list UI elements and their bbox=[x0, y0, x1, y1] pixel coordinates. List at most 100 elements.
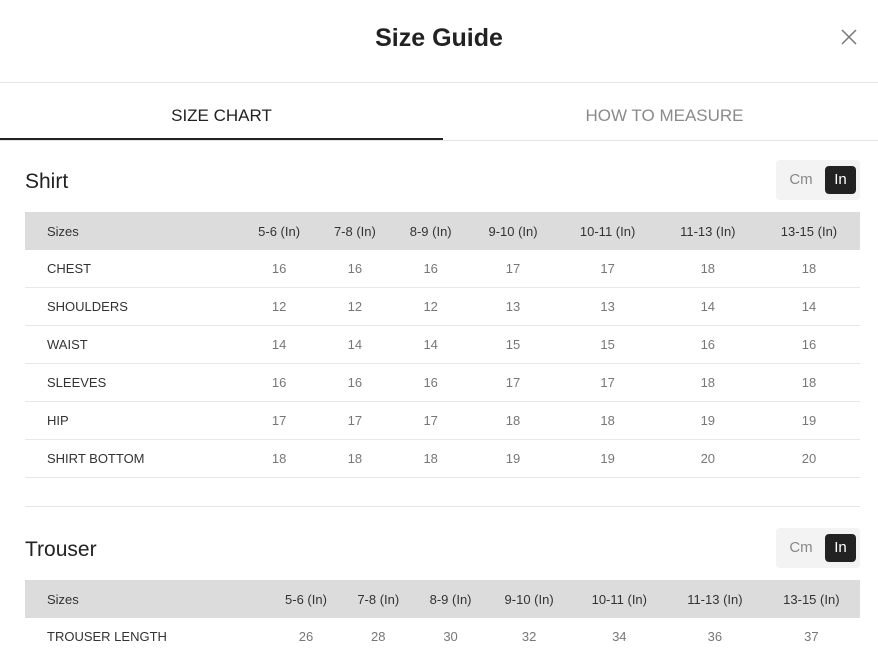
measurement-value: 12 bbox=[317, 287, 393, 326]
measurement-value: 18 bbox=[392, 439, 469, 478]
measurement-label: CHEST bbox=[25, 250, 242, 288]
measurement-value: 16 bbox=[392, 363, 469, 402]
measurement-label: WAIST bbox=[25, 325, 242, 364]
close-button[interactable] bbox=[840, 28, 858, 46]
table-header-cell: 5-6 (In) bbox=[241, 212, 317, 250]
measurement-value: 36 bbox=[667, 618, 763, 653]
shirt-size-table: Sizes 5-6 (In) 7-8 (In) 8-9 (In) 9-10 (In) 10… bbox=[25, 212, 860, 478]
measurement-value: 32 bbox=[486, 618, 572, 653]
table-header-cell: 7-8 (In) bbox=[317, 212, 393, 250]
modal-title: Size Guide bbox=[375, 24, 503, 52]
measurement-value: 14 bbox=[657, 287, 758, 326]
measurement-value: 19 bbox=[468, 439, 558, 478]
measurement-value: 14 bbox=[317, 325, 393, 364]
measurement-value: 16 bbox=[657, 325, 758, 364]
measurement-label: HIP bbox=[25, 401, 242, 440]
tab-size-chart[interactable]: SIZE CHART bbox=[0, 83, 443, 140]
measurement-value: 16 bbox=[392, 250, 469, 288]
tab-bar: SIZE CHART HOW TO MEASURE bbox=[0, 83, 878, 141]
table-header-cell: 8-9 (In) bbox=[414, 580, 487, 618]
measurement-label: TROUSER LENGTH bbox=[25, 618, 270, 653]
measurement-value: 12 bbox=[392, 287, 469, 326]
modal-header: Size Guide bbox=[0, 0, 878, 83]
measurement-value: 18 bbox=[241, 439, 317, 478]
measurement-value: 13 bbox=[557, 287, 658, 326]
trouser-section-title: Trouser bbox=[25, 538, 97, 561]
measurement-value: 19 bbox=[757, 401, 860, 440]
table-row: SHIRT BOTTOM 18 18 18 19 19 20 20 bbox=[25, 439, 860, 478]
shirt-unit-in-button[interactable]: In bbox=[825, 166, 856, 194]
table-row: SLEEVES 16 16 16 17 17 18 18 bbox=[25, 363, 860, 402]
measurement-value: 17 bbox=[557, 250, 658, 288]
table-header-row: Sizes 5-6 (In) 7-8 (In) 8-9 (In) 9-10 (In) 10… bbox=[25, 580, 860, 618]
table-header-cell: 7-8 (In) bbox=[342, 580, 415, 618]
measurement-value: 19 bbox=[657, 401, 758, 440]
table-header-cell: 13-15 (In) bbox=[762, 580, 860, 618]
table-row: SHOULDERS 12 12 12 13 13 14 14 bbox=[25, 287, 860, 326]
table-header-cell: 5-6 (In) bbox=[269, 580, 343, 618]
measurement-label: SHOULDERS bbox=[25, 287, 242, 326]
measurement-value: 16 bbox=[757, 325, 860, 364]
measurement-value: 30 bbox=[414, 618, 487, 653]
table-header-cell: 11-13 (In) bbox=[657, 212, 758, 250]
table-header-cell: 10-11 (In) bbox=[557, 212, 658, 250]
shirt-unit-cm-button[interactable]: Cm bbox=[784, 166, 818, 194]
shirt-unit-toggle: Cm In bbox=[776, 160, 860, 200]
table-header-row: Sizes 5-6 (In) 7-8 (In) 8-9 (In) 9-10 (In) 10… bbox=[25, 212, 860, 250]
trouser-size-table: Sizes 5-6 (In) 7-8 (In) 8-9 (In) 9-10 (In) 10… bbox=[25, 580, 860, 653]
shirt-section-title: Shirt bbox=[25, 170, 69, 193]
trouser-unit-toggle: Cm In bbox=[776, 528, 860, 568]
table-row: WAIST 14 14 14 15 15 16 16 bbox=[25, 325, 860, 364]
measurement-value: 16 bbox=[317, 363, 393, 402]
measurement-value: 17 bbox=[241, 401, 317, 440]
measurement-label: SHIRT BOTTOM bbox=[25, 439, 242, 478]
measurement-value: 17 bbox=[392, 401, 469, 440]
measurement-value: 16 bbox=[317, 250, 393, 288]
measurement-value: 16 bbox=[241, 363, 317, 402]
measurement-value: 18 bbox=[468, 401, 558, 440]
size-guide-modal: Size Guide SIZE CHART HOW TO MEASURE Shi… bbox=[0, 0, 878, 653]
measurement-value: 18 bbox=[557, 401, 658, 440]
measurement-value: 18 bbox=[657, 250, 758, 288]
measurement-value: 20 bbox=[757, 439, 860, 478]
table-header-cell: Sizes bbox=[25, 212, 242, 250]
table-header-cell: 8-9 (In) bbox=[392, 212, 469, 250]
measurement-value: 20 bbox=[657, 439, 758, 478]
measurement-value: 17 bbox=[557, 363, 658, 402]
measurement-value: 15 bbox=[557, 325, 658, 364]
measurement-value: 18 bbox=[317, 439, 393, 478]
measurement-value: 26 bbox=[269, 618, 343, 653]
close-icon bbox=[841, 29, 857, 45]
measurement-value: 34 bbox=[571, 618, 668, 653]
trouser-unit-in-button[interactable]: In bbox=[825, 534, 856, 562]
measurement-value: 15 bbox=[468, 325, 558, 364]
measurement-value: 17 bbox=[468, 363, 558, 402]
tab-how-to-measure[interactable]: HOW TO MEASURE bbox=[443, 83, 878, 139]
measurement-value: 14 bbox=[757, 287, 860, 326]
table-row: TROUSER LENGTH 26 28 30 32 34 36 37 bbox=[25, 618, 860, 653]
measurement-value: 14 bbox=[392, 325, 469, 364]
measurement-value: 17 bbox=[317, 401, 393, 440]
measurement-value: 17 bbox=[468, 250, 558, 288]
measurement-value: 13 bbox=[468, 287, 558, 326]
measurement-label: SLEEVES bbox=[25, 363, 242, 402]
table-row: HIP 17 17 17 18 18 19 19 bbox=[25, 401, 860, 440]
measurement-value: 18 bbox=[757, 363, 860, 402]
measurement-value: 19 bbox=[557, 439, 658, 478]
measurement-value: 14 bbox=[241, 325, 317, 364]
table-header-cell: 11-13 (In) bbox=[667, 580, 763, 618]
measurement-value: 12 bbox=[241, 287, 317, 326]
measurement-value: 16 bbox=[241, 250, 317, 288]
table-header-cell: 13-15 (In) bbox=[757, 212, 860, 250]
measurement-value: 18 bbox=[757, 250, 860, 288]
table-header-cell: Sizes bbox=[25, 580, 270, 618]
measurement-value: 28 bbox=[342, 618, 415, 653]
table-header-cell: 10-11 (In) bbox=[571, 580, 668, 618]
trouser-unit-cm-button[interactable]: Cm bbox=[784, 534, 818, 562]
table-header-cell: 9-10 (In) bbox=[468, 212, 558, 250]
section-divider bbox=[25, 506, 860, 507]
measurement-value: 37 bbox=[762, 618, 860, 653]
measurement-value: 18 bbox=[657, 363, 758, 402]
table-header-cell: 9-10 (In) bbox=[486, 580, 572, 618]
table-row: CHEST 16 16 16 17 17 18 18 bbox=[25, 250, 860, 288]
